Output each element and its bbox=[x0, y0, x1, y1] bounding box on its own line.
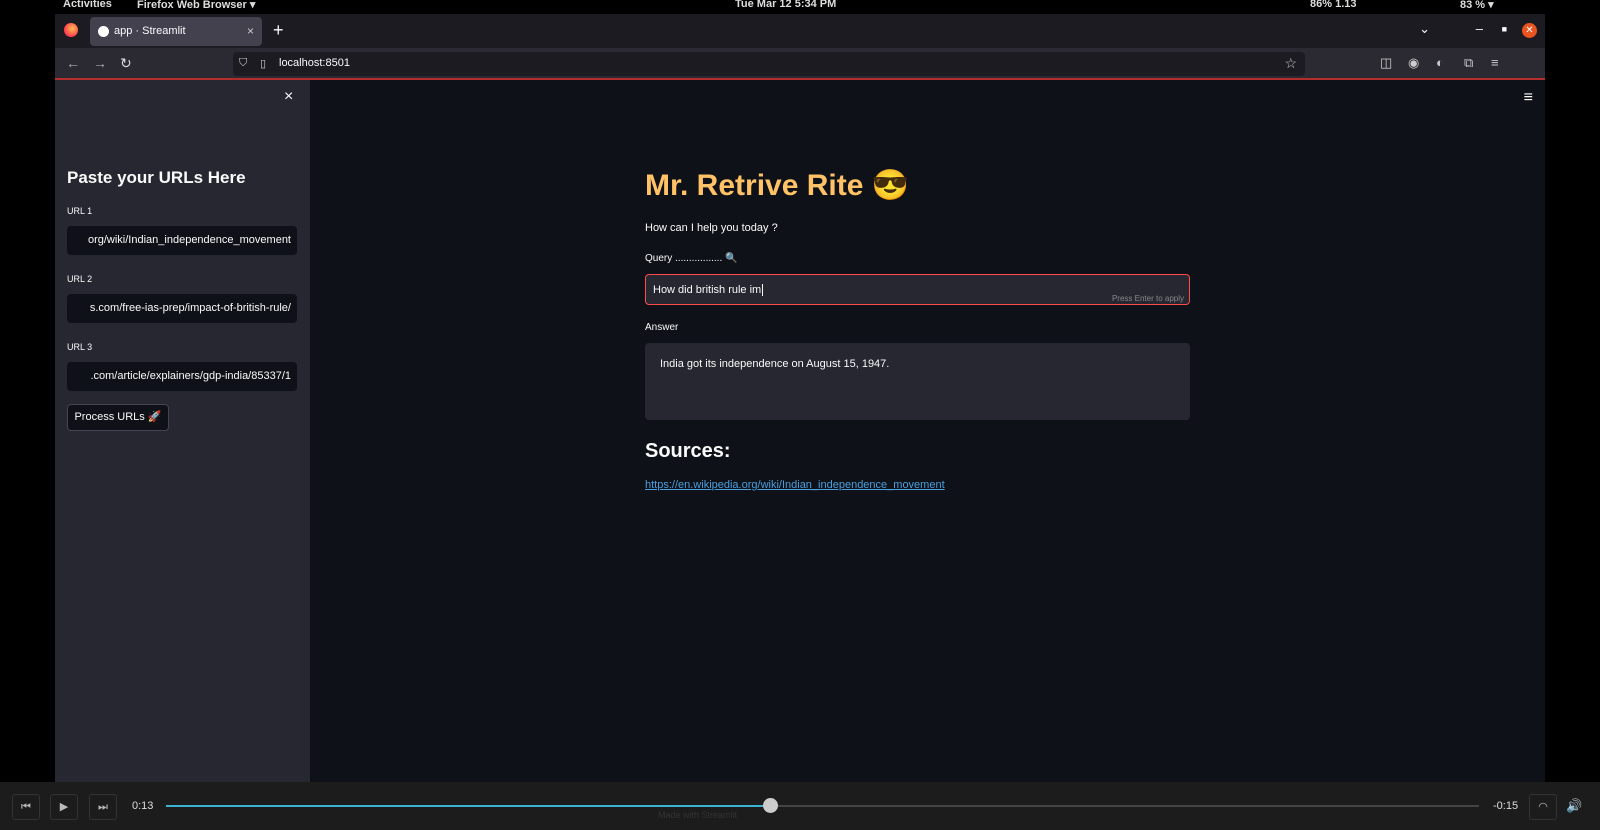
maximize-icon[interactable]: ■ bbox=[1502, 24, 1507, 34]
skip-forward-icon[interactable]: ⏭ bbox=[89, 794, 117, 820]
reload-icon[interactable]: ↻ bbox=[120, 55, 132, 72]
battery-indicator[interactable]: 83 % ▾ bbox=[1460, 0, 1494, 11]
firefox-logo-icon bbox=[64, 23, 78, 37]
query-value: How did british rule im bbox=[653, 284, 762, 296]
new-tab-button[interactable]: + bbox=[273, 20, 284, 41]
answer-textarea[interactable]: India got its independence on August 15,… bbox=[645, 343, 1190, 420]
url-1-label: URL 1 bbox=[67, 206, 93, 216]
tab-close-icon[interactable]: × bbox=[247, 24, 254, 38]
url-2-input[interactable]: s.com/free-ias-prep/impact-of-british-ru… bbox=[67, 294, 297, 323]
address-bar[interactable]: ⛉ ▯ localhost:8501 ☆ bbox=[233, 52, 1305, 76]
video-player-bar: ⏮ ▶ ⏭ 0:13 Made with Streamlit -0:15 ◠ 🔊 bbox=[0, 782, 1600, 830]
sidebar-close-icon[interactable]: × bbox=[284, 88, 293, 106]
menu-icon[interactable]: ≡ bbox=[1491, 55, 1499, 70]
sidebar-heading: Paste your URLs Here bbox=[67, 168, 246, 187]
shield-icon[interactable]: ⛉ bbox=[239, 57, 247, 70]
url-2-label: URL 2 bbox=[67, 274, 93, 284]
query-hint: Press Enter to apply bbox=[1111, 294, 1184, 303]
forward-arrow-icon[interactable]: → bbox=[93, 55, 107, 71]
bookmark-star-icon[interactable]: ☆ bbox=[1284, 55, 1297, 72]
extension-icon[interactable]: ◐ bbox=[1436, 55, 1444, 70]
seek-bar-fill bbox=[166, 805, 770, 807]
window-close-icon[interactable]: ✕ bbox=[1522, 23, 1537, 38]
streamlit-app: × Paste your URLs Here URL 1 org/wiki/In… bbox=[55, 80, 1545, 782]
answer-label: Answer bbox=[645, 322, 679, 333]
process-urls-button[interactable]: Process URLs 🚀 bbox=[67, 404, 169, 431]
skip-back-icon[interactable]: ⏮ bbox=[12, 794, 40, 820]
tab-title: app · Streamlit bbox=[114, 25, 186, 37]
url-text[interactable]: localhost:8501 bbox=[279, 57, 350, 69]
minimize-icon[interactable]: – bbox=[1476, 21, 1483, 36]
streamlit-favicon-icon bbox=[98, 26, 109, 37]
elapsed-time: 0:13 bbox=[132, 800, 154, 812]
made-with-streamlit: Made with Streamlit bbox=[658, 810, 738, 820]
tab-streamlit[interactable]: app · Streamlit × bbox=[90, 17, 262, 46]
back-arrow-icon[interactable]: ← bbox=[66, 55, 80, 71]
url-1-input[interactable]: org/wiki/Indian_independence_movement bbox=[67, 226, 297, 255]
nav-bar: ← → ↻ ⛉ ▯ localhost:8501 ☆ ◫ ◉ ◐ ⧉ ≡ bbox=[55, 48, 1545, 80]
app-menu[interactable]: Firefox Web Browser ▾ bbox=[137, 0, 255, 11]
sources-heading: Sources: bbox=[645, 440, 731, 462]
puzzle-icon[interactable]: ⧉ bbox=[1464, 55, 1473, 71]
page-title: Mr. Retrive Rite 😎 bbox=[645, 169, 910, 202]
pocket-icon[interactable]: ◫ bbox=[1380, 55, 1392, 71]
tab-bar: app · Streamlit × + ⌄ – ■ ✕ bbox=[55, 14, 1545, 48]
headphones-icon[interactable]: ◠ bbox=[1529, 794, 1557, 820]
page-subtitle: How can I help you today ? bbox=[645, 222, 778, 234]
system-status: 86% 1.13 bbox=[1310, 0, 1357, 10]
account-icon[interactable]: ◉ bbox=[1408, 55, 1419, 71]
url-3-input[interactable]: .com/article/explainers/gdp-india/85337/… bbox=[67, 362, 297, 391]
browser-window: app · Streamlit × + ⌄ – ■ ✕ ← → ↻ ⛉ ▯ lo… bbox=[55, 14, 1545, 782]
list-tabs-icon[interactable]: ⌄ bbox=[1419, 21, 1430, 37]
activities-button[interactable]: Activities bbox=[63, 0, 112, 10]
clock[interactable]: Tue Mar 12 5:34 PM bbox=[735, 0, 836, 10]
play-icon[interactable]: ▶ bbox=[50, 794, 78, 820]
remaining-time: -0:15 bbox=[1493, 800, 1519, 812]
query-label: Query ................. 🔍 bbox=[645, 253, 738, 264]
volume-icon[interactable]: 🔊 bbox=[1566, 798, 1582, 814]
system-top-bar: Activities Firefox Web Browser ▾ Tue Mar… bbox=[55, 0, 1545, 14]
hamburger-menu-icon[interactable]: ≡ bbox=[1524, 89, 1533, 107]
url-3-label: URL 3 bbox=[67, 342, 93, 352]
seek-bar[interactable] bbox=[166, 798, 1479, 813]
sidebar: × Paste your URLs Here URL 1 org/wiki/In… bbox=[55, 80, 310, 782]
query-input[interactable]: How did british rule im Press Enter to a… bbox=[645, 274, 1190, 305]
source-link[interactable]: https://en.wikipedia.org/wiki/Indian_ind… bbox=[645, 479, 945, 491]
seek-thumb[interactable] bbox=[762, 798, 778, 813]
page-icon: ▯ bbox=[260, 58, 267, 70]
